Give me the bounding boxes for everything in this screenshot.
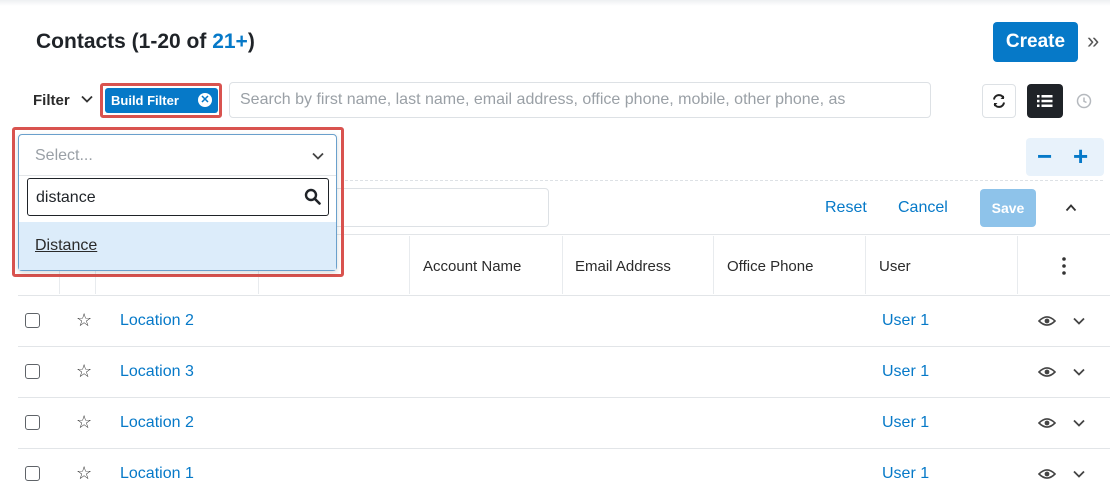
user-link[interactable]: User 1 bbox=[882, 363, 929, 381]
filter-chevron-down-icon[interactable] bbox=[80, 92, 94, 106]
user-link[interactable]: User 1 bbox=[882, 312, 929, 330]
eye-icon[interactable] bbox=[1038, 467, 1056, 481]
column-header-user[interactable]: User bbox=[879, 258, 911, 275]
dropdown-search-input[interactable]: distance bbox=[27, 178, 329, 216]
add-row-button[interactable]: + bbox=[1073, 143, 1088, 169]
filter-row-controls: − + bbox=[1026, 138, 1104, 176]
table-row: ☆ Location 3 User 1 bbox=[18, 347, 1110, 398]
remove-row-button[interactable]: − bbox=[1037, 143, 1052, 169]
column-header-email-address[interactable]: Email Address bbox=[575, 258, 671, 275]
create-button[interactable]: Create bbox=[993, 22, 1078, 62]
star-icon[interactable]: ☆ bbox=[76, 413, 92, 431]
chevron-down-icon[interactable] bbox=[1072, 467, 1086, 481]
top-shadow bbox=[0, 0, 1110, 6]
chevron-down-icon[interactable] bbox=[1072, 314, 1086, 328]
save-button[interactable]: Save bbox=[980, 189, 1036, 227]
eye-icon[interactable] bbox=[1038, 416, 1056, 430]
remove-chip-icon[interactable]: ✕ bbox=[198, 93, 212, 107]
table-row: ☆ Location 1 User 1 bbox=[18, 449, 1110, 500]
row-checkbox[interactable] bbox=[25, 466, 40, 481]
star-icon[interactable]: ☆ bbox=[76, 362, 92, 380]
activity-stream-button[interactable] bbox=[1067, 84, 1101, 118]
dropdown-option[interactable]: Distance bbox=[19, 222, 336, 270]
record-name-link[interactable]: Location 3 bbox=[120, 363, 194, 381]
collapse-chevron-up-icon[interactable] bbox=[1065, 202, 1077, 214]
list-view-button[interactable] bbox=[1027, 84, 1063, 118]
reset-link[interactable]: Reset bbox=[825, 199, 867, 217]
filter-label: Filter bbox=[33, 92, 70, 109]
dropdown-search-value: distance bbox=[36, 189, 96, 206]
table-row: ☆ Location 2 User 1 bbox=[18, 296, 1110, 347]
dropdown-option-label: Distance bbox=[35, 237, 98, 254]
table-row: ☆ Location 2 User 1 bbox=[18, 398, 1110, 449]
star-icon[interactable]: ☆ bbox=[76, 311, 92, 329]
row-checkbox[interactable] bbox=[25, 313, 40, 328]
double-chevron-right-icon[interactable]: » bbox=[1087, 28, 1099, 54]
field-select[interactable]: Select... bbox=[19, 135, 336, 176]
title-text: Contacts (1-20 of bbox=[36, 30, 213, 53]
list-icon bbox=[1037, 95, 1053, 107]
field-select-dropdown: Select... distance Distance bbox=[18, 134, 337, 271]
build-filter-label: Build Filter bbox=[111, 93, 179, 108]
row-checkbox[interactable] bbox=[25, 415, 40, 430]
refresh-icon bbox=[993, 94, 1005, 108]
record-name-link[interactable]: Location 1 bbox=[120, 465, 194, 483]
search-icon bbox=[304, 188, 321, 205]
chevron-down-icon[interactable] bbox=[1072, 416, 1086, 430]
title-suffix: ) bbox=[247, 30, 255, 53]
star-icon[interactable]: ☆ bbox=[76, 464, 92, 482]
build-filter-chip[interactable]: Build Filter ✕ bbox=[105, 88, 218, 113]
column-header-office-phone[interactable]: Office Phone bbox=[727, 258, 813, 275]
clock-icon bbox=[1076, 93, 1092, 109]
select-placeholder: Select... bbox=[35, 147, 93, 164]
filter-divider bbox=[345, 180, 1103, 181]
row-checkbox[interactable] bbox=[25, 364, 40, 379]
record-name-link[interactable]: Location 2 bbox=[120, 312, 194, 330]
chevron-down-icon[interactable] bbox=[311, 149, 325, 163]
record-name-link[interactable]: Location 2 bbox=[120, 414, 194, 432]
eye-icon[interactable] bbox=[1038, 314, 1056, 328]
column-divider bbox=[865, 236, 866, 294]
page-title: Contacts (1-20 of 21+) bbox=[36, 30, 255, 54]
column-divider bbox=[713, 236, 714, 294]
column-divider bbox=[562, 236, 563, 294]
chevron-down-icon[interactable] bbox=[1072, 365, 1086, 379]
cancel-link[interactable]: Cancel bbox=[898, 199, 948, 217]
column-divider bbox=[409, 236, 410, 294]
record-count-link[interactable]: 21+ bbox=[212, 30, 248, 53]
user-link[interactable]: User 1 bbox=[882, 414, 929, 432]
refresh-button[interactable] bbox=[982, 84, 1016, 118]
search-box bbox=[229, 82, 931, 118]
eye-icon[interactable] bbox=[1038, 365, 1056, 379]
column-header-account-name[interactable]: Account Name bbox=[423, 258, 521, 275]
user-link[interactable]: User 1 bbox=[882, 465, 929, 483]
column-options-icon[interactable] bbox=[1061, 256, 1067, 276]
column-divider bbox=[1017, 236, 1018, 294]
search-input[interactable] bbox=[230, 83, 930, 117]
